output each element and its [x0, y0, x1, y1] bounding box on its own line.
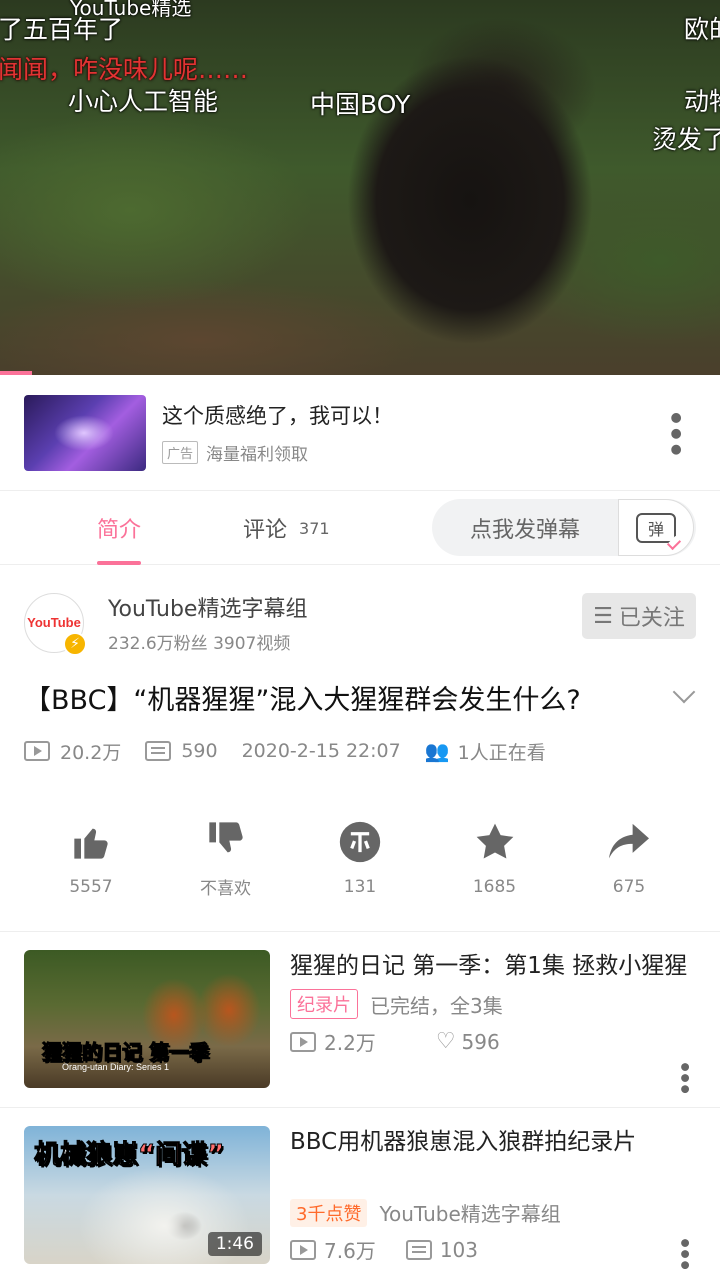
thumbnail-caption: 机械狼崽: [33, 1140, 139, 1171]
view-count: 20.2万: [60, 741, 122, 764]
recommendation-uploader[interactable]: YouTube精选字幕组: [379, 1198, 560, 1227]
like-button[interactable]: 5557: [24, 817, 158, 897]
more-icon[interactable]: •••: [671, 1060, 696, 1093]
danmaku-item: 中国BOY: [310, 90, 411, 119]
share-icon: [562, 817, 696, 867]
play-count-icon: [290, 1239, 316, 1260]
heart-icon: ♡: [435, 1029, 456, 1054]
danmaku-count-icon: [405, 1239, 432, 1260]
danmaku-icon-char: 弹: [647, 519, 664, 539]
dislike-button[interactable]: 不喜欢: [159, 814, 293, 899]
tab-intro-label: 简介: [97, 518, 142, 543]
follow-button[interactable]: ☰ 已关注: [582, 593, 696, 639]
avatar-logo-text: YouTube: [27, 615, 81, 630]
star-icon: [428, 817, 562, 867]
play-count-icon: [24, 741, 50, 761]
thumbnail-subcaption: Orang-utan Diary: Series 1: [62, 1062, 170, 1072]
video-duration: 1:46: [207, 1232, 262, 1256]
play-count-icon: [290, 1031, 316, 1052]
danmaku-count: 590: [181, 740, 218, 762]
video-title: 【BBC】“机器猩猩”混入大猩猩群会发生什么?: [24, 685, 581, 716]
video-meta: 20.2万 590 2020-2-15 22:07 👥 1人正在看: [0, 722, 720, 766]
recommendation-likes: 596: [461, 1029, 500, 1054]
tab-bar: 简介 评论 371 点我发弹幕 弹: [0, 491, 720, 565]
people-icon: 👥: [424, 739, 450, 763]
comment-count: 371: [299, 518, 330, 538]
thumbnail-caption-highlight: “间谍”: [138, 1140, 225, 1171]
action-bar: 5557 不喜欢 131 1685 675: [0, 782, 720, 932]
recommendation-views: 2.2万: [324, 1031, 376, 1055]
recommendation-title[interactable]: 猩猩的日记 第一季：第1集 拯救小猩猩: [290, 950, 696, 983]
danmaku-item: 烫发了: [652, 125, 720, 154]
avatar[interactable]: YouTube ⚡: [24, 592, 87, 656]
recommendation-danmaku: 103: [439, 1237, 478, 1262]
tab-comments-label: 评论: [243, 518, 288, 543]
recommendation-views: 7.6万: [324, 1239, 376, 1263]
danmaku-item: 小心人工智能: [68, 87, 219, 116]
recommendation-title[interactable]: BBC用机器狼崽混入狼群拍纪录片: [290, 1126, 696, 1159]
ad-tag: 广告: [162, 441, 199, 464]
danmaku-icon: 弹: [636, 512, 676, 543]
uploader-section: YouTube ⚡ YouTube精选字幕组 232.6万粉丝 3907视频 ☰…: [0, 565, 720, 660]
thumbs-up-icon: [24, 817, 158, 867]
danmaku-count-icon: [145, 741, 172, 761]
watching-count: 1人正在看: [457, 741, 546, 764]
thumbnail-caption: 猩猩的日记 第一季: [42, 1040, 210, 1065]
danmaku-input[interactable]: 点我发弹幕 弹: [432, 499, 696, 556]
recommendation-tag: 3千点赞: [290, 1198, 368, 1227]
more-icon[interactable]: •••: [671, 1236, 696, 1269]
danmaku-item: 了五百年了: [0, 15, 124, 44]
danmaku-item: 欧的: [684, 15, 720, 44]
uploader-stats: 232.6万粉丝 3907视频: [108, 634, 291, 654]
coin-button[interactable]: 131: [293, 817, 427, 897]
uploader-name[interactable]: YouTube精选字幕组: [108, 591, 307, 623]
favorite-count: 1685: [472, 876, 517, 897]
verified-icon: ⚡: [63, 631, 87, 656]
favorite-button[interactable]: 1685: [428, 817, 562, 897]
share-button[interactable]: 675: [562, 817, 696, 897]
coin-count: 131: [343, 876, 377, 897]
share-count: 675: [612, 876, 646, 897]
video-player[interactable]: YouTube精选 了五百年了 欧的 闻闻，咋没味儿呢…… 小心人工智能 中国B…: [0, 0, 720, 375]
danmaku-placeholder: 点我发弹幕: [469, 517, 580, 543]
recommendation-thumbnail[interactable]: 机械狼崽“间谍” 1:46: [24, 1126, 270, 1264]
coin-icon: [293, 817, 427, 867]
ad-banner[interactable]: 这个质感绝了，我可以！ 广告 海量福利领取 •••: [0, 375, 720, 491]
recommendation-tag: 纪录片: [290, 989, 358, 1019]
tab-comments[interactable]: 评论 371: [243, 491, 330, 565]
ad-thumbnail[interactable]: [24, 394, 146, 471]
recommendation-item[interactable]: 机械狼崽“间谍” 1:46 BBC用机器狼崽混入狼群拍纪录片 3千点赞 YouT…: [0, 1108, 720, 1281]
thumbs-down-icon: [159, 814, 293, 864]
dislike-label: 不喜欢: [200, 879, 251, 899]
recommendation-extra: 已完结，全3集: [370, 993, 503, 1018]
video-title-row[interactable]: 【BBC】“机器猩猩”混入大猩猩群会发生什么?: [0, 660, 720, 722]
publish-date: 2020-2-15 22:07: [241, 740, 401, 762]
danmaku-toggle-button[interactable]: 弹: [618, 499, 694, 556]
menu-icon: ☰: [593, 603, 613, 629]
recommendation-thumbnail[interactable]: 猩猩的日记 第一季 Orang-utan Diary: Series 1: [24, 950, 270, 1088]
like-count: 5557: [69, 876, 113, 897]
danmaku-item: 动物: [684, 87, 720, 116]
ad-title[interactable]: 这个质感绝了，我可以！: [162, 400, 393, 430]
more-icon[interactable]: •••: [659, 409, 692, 457]
danmaku-item: 闻闻，咋没味儿呢……: [0, 55, 249, 84]
follow-label: 已关注: [618, 606, 685, 631]
recommendation-item[interactable]: 猩猩的日记 第一季 Orang-utan Diary: Series 1 猩猩的…: [0, 932, 720, 1108]
ad-subtitle: 海量福利领取: [206, 445, 309, 465]
tab-intro[interactable]: 简介: [97, 491, 142, 565]
